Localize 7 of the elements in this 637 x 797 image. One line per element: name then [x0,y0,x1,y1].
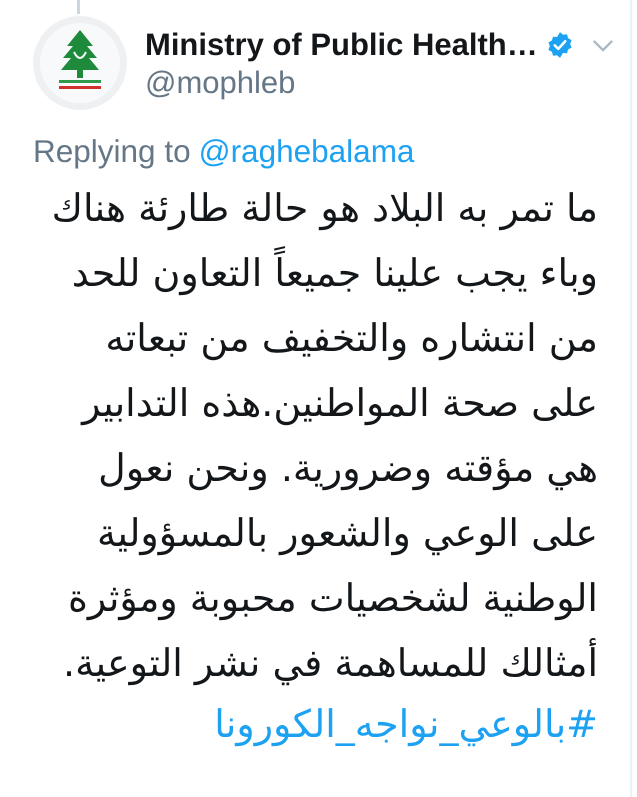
account-handle: @mophleb [145,65,296,101]
reply-handle-link[interactable]: @raghebalama [198,132,414,170]
tweet-text: ما تمر به البلاد هو حالة طارئة هناك وباء يجب علينا جميعاً التعاون للحد من انتشاره والتخفيف من تبعاته على صحة المواطنين.هذه التدابير هي مؤقته وضرورية. ونحن نعول على الوعي والشعور بالمسؤولية الوطنية لشخصيات محبوبة ومؤثرة أمثالك للمساهمة في نشر التوعية. [50,185,598,688]
account-name[interactable]: Ministry of Public Health… [145,27,538,63]
avatar-cedar-drawing[interactable] [33,16,127,110]
hashtag-link[interactable]: #بالوعي_نواجه_الكورونا [214,696,598,752]
replying-label: Replying to [33,132,191,170]
